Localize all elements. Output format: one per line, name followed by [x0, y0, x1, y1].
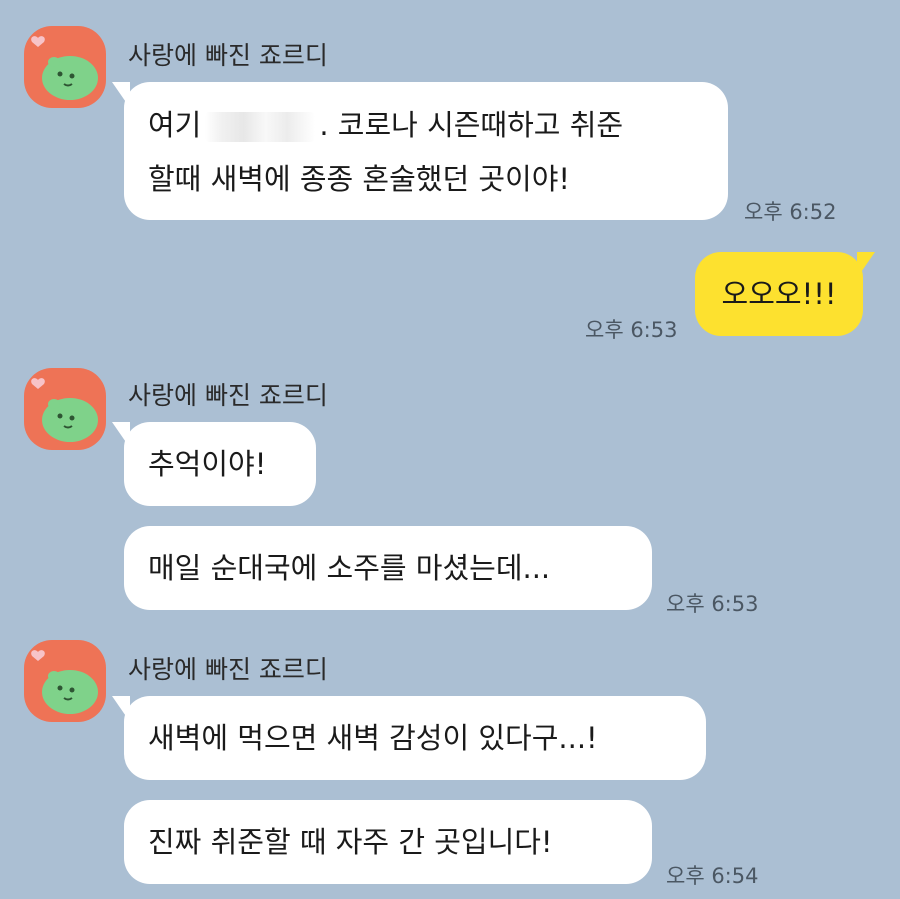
- sender-avatar-jordy-icon[interactable]: [24, 640, 106, 722]
- message-bubble[interactable]: 매일 순대국에 소주를 마셨는데...: [124, 526, 652, 610]
- message-timestamp: 오후 6:53: [666, 592, 759, 616]
- message-bubble[interactable]: 새벽에 먹으면 새벽 감성이 있다구...!: [112, 696, 706, 780]
- message-text: 진짜 취준할 때 자주 간 곳입니다!: [148, 825, 553, 859]
- message-timestamp: 오후 6:52: [744, 200, 837, 224]
- sender-name: 사랑에 빠진 죠르디: [128, 655, 328, 684]
- message-text: 추억이야!: [148, 447, 267, 481]
- sender-name: 사랑에 빠진 죠르디: [128, 381, 328, 410]
- message-bubble[interactable]: 여기 . 코로나 시즌때하고 취준 할때 새벽에 종종 혼술했던 곳이야!: [112, 82, 728, 220]
- message-bubble[interactable]: 진짜 취준할 때 자주 간 곳입니다!: [124, 800, 652, 884]
- sender-avatar-jordy-icon[interactable]: [24, 368, 106, 450]
- message-text: 새벽에 먹으면 새벽 감성이 있다구...!: [148, 721, 598, 755]
- message-text: 매일 순대국에 소주를 마셨는데...: [148, 551, 551, 585]
- message-bubble[interactable]: 추억이야!: [112, 422, 316, 506]
- sender-name: 사랑에 빠진 죠르디: [128, 41, 328, 70]
- message-timestamp: 오후 6:53: [585, 318, 678, 342]
- message-text: 오오오!!!: [721, 277, 837, 311]
- message-timestamp: 오후 6:54: [666, 864, 759, 888]
- redacted-text: [205, 112, 316, 142]
- message-text-part: . 코로나 시즌때하고 취준: [319, 108, 624, 142]
- message-text-line: 할때 새벽에 종종 혼술했던 곳이야!: [148, 162, 571, 196]
- sender-avatar-jordy-icon[interactable]: [24, 26, 106, 108]
- my-message-bubble[interactable]: 오오오!!!: [695, 252, 875, 336]
- message-text-part: 여기: [148, 108, 202, 142]
